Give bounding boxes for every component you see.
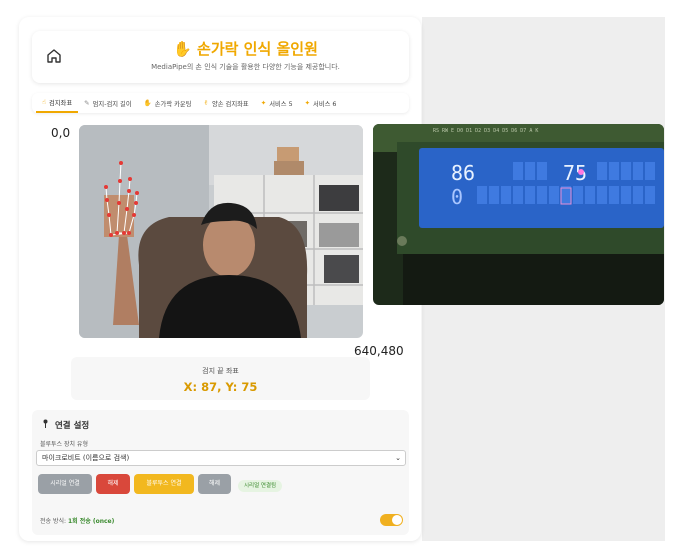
connection-settings-panel: 연결 설정 블루투스 장치 유형 마이크로비트 (이름으로 검색) ⌄ 시리얼 … — [32, 410, 409, 535]
coordinate-readout: 검지 끝 좌표 X: 87, Y: 75 — [71, 357, 370, 400]
connection-status-badge: 시리얼 연결됨 — [238, 480, 283, 492]
hand-icon: ✋ — [173, 40, 192, 58]
bluetooth-connect-button[interactable]: 블루투스 연결 — [134, 474, 194, 494]
tab-thumb-index-length[interactable]: ✎ 엄지-검지 길이 — [78, 93, 138, 113]
serial-disconnect-button[interactable]: 해제 — [96, 474, 130, 494]
bluetooth-disconnect-button[interactable]: 해제 — [198, 474, 231, 494]
extent-coordinate-label: 640,480 — [354, 344, 404, 358]
hand-icon: ✋ — [143, 99, 152, 107]
tab-bar: ☝ 검지좌표 ✎ 엄지-검지 길이 ✋ 손가락 카운팅 ✌ 양손 검지좌표 ✦ … — [32, 93, 409, 113]
lcd-pin-header: RS RW E D0 D1 D2 D3 D4 D5 D6 D7 A K — [433, 128, 538, 134]
transmission-mode-value: 1회 전송 (once) — [67, 518, 115, 525]
connection-title: 연결 설정 — [42, 419, 89, 431]
pin-icon — [42, 419, 49, 431]
tab-index-coordinates[interactable]: ☝ 검지좌표 — [36, 93, 79, 113]
home-icon — [47, 49, 61, 63]
tab-both-hands-index[interactable]: ✌ 양손 검지좌표 — [198, 93, 255, 113]
coordinate-label: 검지 끝 좌표 — [202, 367, 239, 375]
transmission-mode: 전송 방식: 1회 전송 (once) — [40, 518, 115, 525]
sparkle-icon: ✦ — [304, 99, 311, 107]
chevron-down-icon: ⌄ — [395, 454, 401, 462]
origin-coordinate-label: 0,0 — [51, 126, 71, 140]
lcd-row1-left: 86 — [451, 161, 475, 185]
tab-service-6[interactable]: ✦ 서비스 6 — [299, 93, 343, 113]
camera-view — [79, 125, 363, 338]
camera-image — [79, 125, 363, 338]
transmission-mode-toggle[interactable] — [380, 514, 403, 526]
device-type-label: 블루투스 장치 유형 — [40, 441, 88, 448]
coordinate-value: X: 87, Y: 75 — [183, 380, 258, 394]
lcd-display-view: RS RW E D0 D1 D2 D3 D4 D5 D6 D7 A K 86 7… — [373, 124, 664, 305]
victory-hand-icon: ✌ — [203, 99, 209, 107]
sparkle-icon: ✦ — [260, 99, 267, 107]
pencil-icon: ✎ — [84, 99, 90, 107]
tab-service-5[interactable]: ✦ 서비스 5 — [255, 93, 299, 113]
device-type-select[interactable]: 마이크로비트 (이름으로 검색) ⌄ — [36, 450, 406, 466]
pointing-hand-icon: ☝ — [42, 98, 46, 106]
tab-finger-counting[interactable]: ✋ 손가락 카운팅 — [138, 93, 198, 113]
toggle-knob — [392, 515, 402, 525]
app-header: ✋ 손가락 인식 올인원 MediaPipe의 손 인식 기술을 활용한 다양한… — [32, 31, 409, 83]
lcd-image: RS RW E D0 D1 D2 D3 D4 D5 D6 D7 A K 86 7… — [373, 124, 664, 305]
serial-connect-button[interactable]: 시리얼 연결 — [38, 474, 92, 494]
page-title: ✋ 손가락 인식 올인원 — [173, 40, 318, 58]
home-button[interactable] — [44, 46, 64, 66]
lcd-row2-left: 0 — [451, 185, 463, 209]
page-subtitle: MediaPipe의 손 인식 기술을 활용한 다양한 기능을 제공합니다. — [151, 63, 340, 71]
